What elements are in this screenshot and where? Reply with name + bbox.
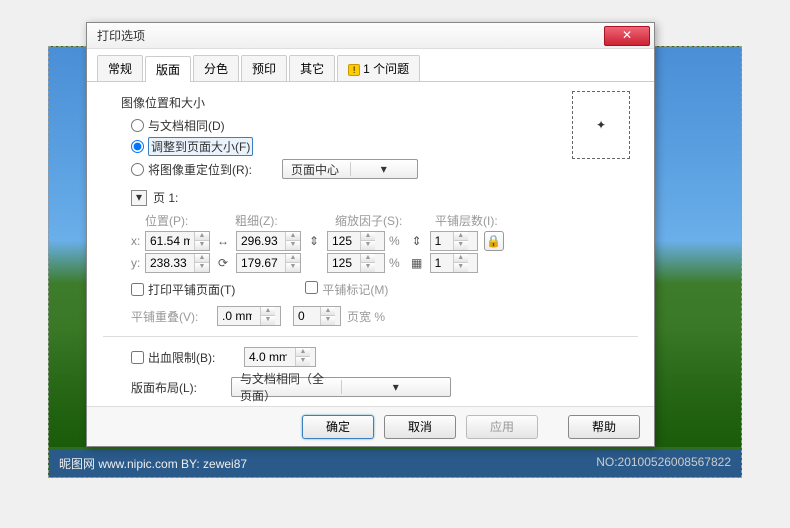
tab-misc[interactable]: 其它 <box>289 55 335 81</box>
link-icon: ⇕ <box>410 231 424 251</box>
tab-separations[interactable]: 分色 <box>193 55 239 81</box>
check-bleed[interactable] <box>131 351 144 364</box>
column-headers: 位置(P): 粗细(Z): 缩放因子(S): 平铺层数(I): <box>145 212 638 229</box>
titlebar[interactable]: 打印选项 ✕ <box>87 23 654 49</box>
tab-issues[interactable]: !1 个问题 <box>337 55 420 81</box>
row-y: y: ▲▼ ⟳ ▲▼ ▲▼ % ▦ ▲▼ <box>131 253 638 273</box>
row-x: x: ▲▼ ↔ ▲▼ ⇕ ▲▼ % ⇕ ▲▼ 🔒 <box>131 231 638 251</box>
image-footer: 昵图网 www.nipic.com BY: zewei87 NO:2010052… <box>49 449 741 477</box>
reposition-dropdown[interactable]: 页面中心▾ <box>282 159 418 179</box>
bleed-row: 出血限制(B): ▲▼ <box>131 347 638 367</box>
spinner-pagewidth[interactable]: ▲▼ <box>293 306 341 326</box>
spinner-tile-y[interactable]: ▲▼ <box>430 253 478 273</box>
spinner-scale-x[interactable]: ▲▼ <box>327 231 385 251</box>
spinner-pos-y[interactable]: ▲▼ <box>145 253 210 273</box>
tab-strip: 常规 版面 分色 预印 其它 !1 个问题 <box>87 49 654 82</box>
apply-button[interactable]: 应用 <box>466 415 538 439</box>
link-icon: ⇕ <box>307 231 321 251</box>
button-bar: 确定 取消 应用 帮助 <box>87 406 654 446</box>
spinner-h[interactable]: ▲▼ <box>236 253 301 273</box>
spinner-w[interactable]: ▲▼ <box>236 231 301 251</box>
help-button[interactable]: 帮助 <box>568 415 640 439</box>
tab-layout[interactable]: 版面 <box>145 56 191 82</box>
check-print-tiles[interactable] <box>131 283 144 296</box>
warning-icon: ! <box>348 64 360 76</box>
cancel-button[interactable]: 取消 <box>384 415 456 439</box>
page-preview-icon <box>572 91 630 159</box>
print-dialog: 打印选项 ✕ 常规 版面 分色 预印 其它 !1 个问题 图像位置和大小 与文档… <box>86 22 655 447</box>
radio-input[interactable] <box>131 140 144 153</box>
check-tile-marks[interactable] <box>305 281 318 294</box>
overlap-row: 平铺重叠(V): ▲▼ ▲▼ 页宽 % <box>131 306 638 326</box>
radio-fit-to-page[interactable]: 调整到页面大小(F) <box>131 137 638 156</box>
spinner-tile-x[interactable]: ▲▼ <box>430 231 478 251</box>
close-button[interactable]: ✕ <box>604 26 650 46</box>
radio-input[interactable] <box>131 163 144 176</box>
tab-content: 图像位置和大小 与文档相同(D) 调整到页面大小(F) 将图像重定位到(R): … <box>87 82 654 409</box>
image-id: NO:20100526008567822 <box>596 455 731 471</box>
tab-prepress[interactable]: 预印 <box>241 55 287 81</box>
lock-icon[interactable]: 🔒 <box>484 231 504 251</box>
spinner-pos-x[interactable]: ▲▼ <box>145 231 210 251</box>
chevron-down-icon: ▾ <box>350 162 418 176</box>
spinner-bleed[interactable]: ▲▼ <box>244 347 316 367</box>
radio-same-as-doc[interactable]: 与文档相同(D) <box>131 117 638 134</box>
tiling-checks: 打印平铺页面(T) 平铺标记(M) <box>131 281 638 298</box>
section-position-size: 图像位置和大小 <box>121 94 638 111</box>
page-toggle: ▾ 页 1: <box>131 189 638 206</box>
radio-input[interactable] <box>131 119 144 132</box>
link-icon: ⟳ <box>216 253 230 273</box>
link-icon: ↔ <box>216 231 230 251</box>
spinner-scale-y[interactable]: ▲▼ <box>327 253 385 273</box>
radio-reposition[interactable]: 将图像重定位到(R): 页面中心▾ <box>131 159 638 179</box>
chevron-down-icon: ▾ <box>341 380 451 394</box>
tab-general[interactable]: 常规 <box>97 55 143 81</box>
layout-row: 版面布局(L): 与文档相同（全页面）▾ <box>131 377 638 397</box>
spinner-overlap[interactable]: ▲▼ <box>217 306 281 326</box>
image-credit: 昵图网 www.nipic.com BY: zewei87 <box>59 455 247 471</box>
ok-button[interactable]: 确定 <box>302 415 374 439</box>
layout-dropdown[interactable]: 与文档相同（全页面）▾ <box>231 377 451 397</box>
collapse-button[interactable]: ▾ <box>131 190 147 206</box>
grid-icon: ▦ <box>410 253 424 273</box>
dialog-title: 打印选项 <box>97 27 604 44</box>
